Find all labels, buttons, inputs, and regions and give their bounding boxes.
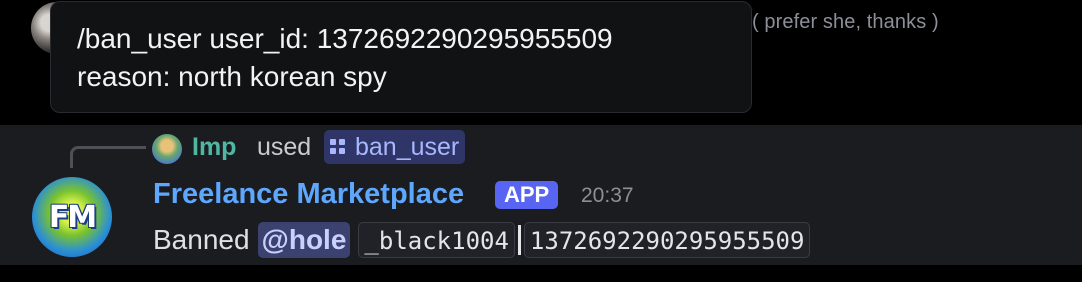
author-avatar-logo: FM [48,199,97,235]
text-separator [517,225,521,255]
message-content: Banned @hole _black1004 1372692290295955… [153,220,811,260]
author-name[interactable]: Freelance Marketplace [153,178,464,211]
inline-code-username: _black1004 [358,222,515,258]
tooltip-reason-line: reason: north korean spy [77,61,387,92]
command-tooltip: /ban_user user_id: 1372692290295955509 r… [50,1,752,113]
message-timestamp[interactable]: 20:37 [581,184,634,208]
inline-code-user-id: 1372692290295955509 [523,222,811,258]
author-avatar[interactable]: FM [32,177,112,257]
interaction-user-name[interactable]: Imp [192,133,236,162]
content-prefix: Banned [153,224,250,255]
reply-connector [70,146,146,168]
slash-command-icon [330,139,346,155]
tooltip-command-line: /ban_user user_id: 1372692290295955509 [77,23,613,54]
interaction-user-avatar[interactable] [152,134,182,164]
slash-command-chip[interactable]: ban_user [324,130,466,164]
user-mention[interactable]: @hole [257,222,351,258]
slash-command-name: ban_user [355,132,460,161]
previous-message-text: ( prefer she, thanks ) [752,11,939,33]
used-label: used [257,133,312,161]
app-badge: APP [495,181,559,209]
chat-view: ( prefer she, thanks ) /ban_user user_id… [0,0,1082,282]
